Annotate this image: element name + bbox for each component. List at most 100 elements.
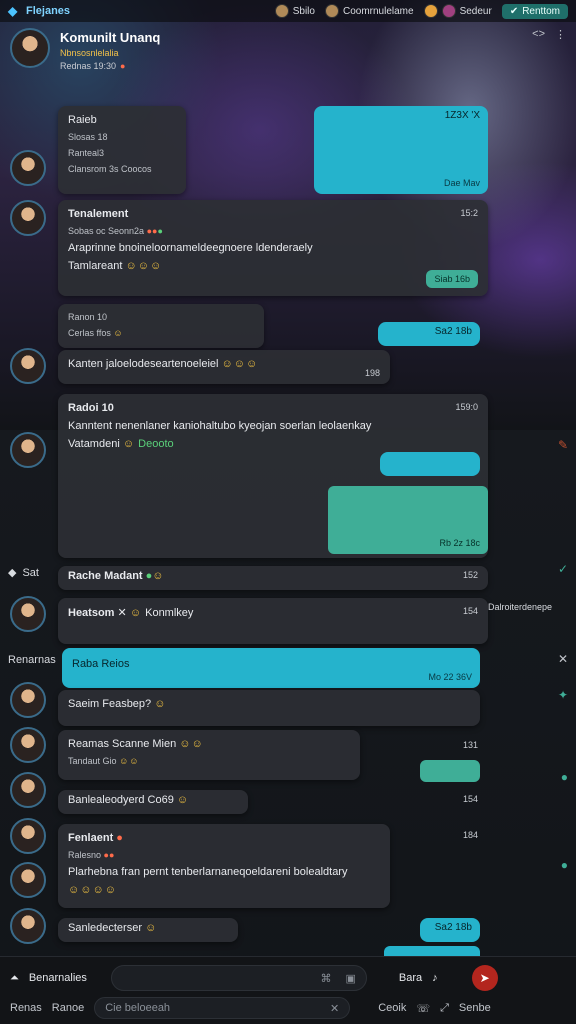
outgoing-bubble[interactable]: Sa2 18b bbox=[378, 322, 480, 346]
sender-name: Heatsom bbox=[68, 607, 115, 619]
message-card[interactable]: Sanledecterser ☺ bbox=[58, 918, 238, 942]
emoji-icon: ☺ bbox=[154, 698, 167, 710]
avatar[interactable] bbox=[10, 348, 46, 384]
menu-icon[interactable]: ⋮ bbox=[555, 28, 566, 41]
top-action-label: Renttom bbox=[522, 5, 560, 17]
outgoing-bubble[interactable] bbox=[380, 452, 480, 476]
top-right-items: Sbilo Coomrnulelame Sedeur ✔ Renttom bbox=[274, 3, 568, 19]
brand[interactable]: ◆ Flejanes bbox=[8, 5, 70, 17]
avatar[interactable] bbox=[10, 596, 46, 632]
search-input[interactable]: Cie beloeeah ✕ bbox=[94, 997, 351, 1019]
pin-icon[interactable]: ✎ bbox=[558, 438, 568, 452]
send-button[interactable]: ➤ bbox=[471, 965, 498, 991]
message-card[interactable]: Heatsom ✕ ☺ Konmlkey 154 bbox=[58, 598, 488, 644]
section-sat[interactable]: ◆ Sat bbox=[8, 566, 39, 580]
message-line: Vatamdeni bbox=[68, 438, 120, 450]
image-icon[interactable]: ▣ bbox=[346, 972, 356, 985]
message-card[interactable]: Kanten jaloelodeseartenoeleiel ☺☺☺ 198 bbox=[58, 350, 390, 384]
avatar[interactable] bbox=[10, 200, 46, 236]
section-renarnas[interactable]: Renarnas bbox=[8, 654, 56, 666]
sender-name: Radoi 10 bbox=[68, 402, 114, 414]
message-card[interactable]: Rache Madant ●☺ 152 bbox=[58, 566, 488, 590]
avatar[interactable] bbox=[10, 682, 46, 718]
composer-label[interactable]: Senbe bbox=[459, 1002, 491, 1014]
message-line: Raba Reios bbox=[72, 658, 130, 670]
top-item-label: Sbilo bbox=[292, 5, 315, 17]
dot-icon[interactable]: ● bbox=[561, 858, 568, 872]
call-icon[interactable]: ☏ bbox=[416, 1002, 430, 1015]
message-line: Araprinne bnoineloornameldeegnoere ldend… bbox=[68, 242, 313, 254]
top-item-3[interactable]: Sedeur bbox=[423, 4, 492, 18]
avatar[interactable] bbox=[10, 862, 46, 898]
emoji-icon: ☺ bbox=[122, 438, 136, 450]
chat-title: Komunilt Unanq bbox=[60, 30, 161, 45]
header-icons: <> ⋮ bbox=[532, 28, 566, 41]
emoji-icon: ☺ bbox=[113, 328, 124, 338]
status-pill[interactable] bbox=[420, 760, 480, 782]
message-time: Mo 22 36V bbox=[428, 672, 472, 682]
outgoing-bubble[interactable] bbox=[384, 946, 480, 956]
message-input[interactable]: ⌘ ▣ bbox=[110, 965, 367, 991]
top-action-button[interactable]: ✔ Renttom bbox=[501, 3, 568, 19]
emoji-icon: ☺ bbox=[129, 607, 143, 619]
outgoing-bubble[interactable]: Rb 2z 18c bbox=[328, 486, 488, 554]
top-item-1[interactable]: Sbilo bbox=[274, 4, 315, 18]
status-text: Rednas 19:30 bbox=[60, 61, 117, 71]
emoji-icon: ☺☺ bbox=[179, 738, 204, 750]
message-line: Reamas Scanne Mien bbox=[68, 738, 177, 750]
bubble-text: 1Z3X 'X bbox=[444, 110, 480, 121]
attach-icon[interactable]: ⌘ bbox=[321, 972, 332, 985]
message-card[interactable]: Saeim Feasbep? ☺ bbox=[58, 690, 480, 726]
message-card[interactable]: Raieb Slosas 18 Ranteal3 Clansrom 3s Coo… bbox=[58, 106, 186, 194]
top-item-2[interactable]: Coomrnulelame bbox=[324, 4, 414, 18]
bubble-text: Sa2 18b bbox=[434, 922, 472, 933]
message-link[interactable]: Deooto bbox=[138, 438, 173, 450]
code-icon[interactable]: <> bbox=[532, 28, 545, 41]
emoji-icon: ●● bbox=[103, 850, 115, 860]
voice-icon[interactable]: ♪ bbox=[432, 972, 438, 984]
avatar[interactable] bbox=[10, 727, 46, 763]
highlighted-message[interactable]: Raba Reios Mo 22 36V bbox=[62, 648, 480, 688]
avatar[interactable] bbox=[10, 150, 46, 186]
outgoing-bubble[interactable]: 1Z3X 'X Dae Mav bbox=[314, 106, 488, 194]
chat-header: Komunilt Unanq Nbnsosnlelalia Rednas 19:… bbox=[10, 28, 566, 78]
emoji-icon: ●● bbox=[146, 226, 158, 236]
message-card[interactable]: Tenalement Sobas oc Seonn2a ●●● Araprinn… bbox=[58, 200, 488, 296]
emoji-icon: ☺☺☺ bbox=[221, 358, 259, 370]
mic-icon[interactable]: ⏶ bbox=[10, 972, 19, 985]
message-line: Tandaut Gio bbox=[68, 756, 117, 766]
avatar[interactable] bbox=[10, 908, 46, 944]
close-icon[interactable]: ✕ bbox=[558, 652, 568, 666]
brand-name: Flejanes bbox=[26, 5, 71, 17]
outgoing-bubble[interactable]: Sa2 18b bbox=[420, 918, 480, 942]
message-line: Ranteal3 bbox=[68, 148, 105, 158]
message-card[interactable]: Reamas Scanne Mien ☺☺ Tandaut Gio ☺☺ bbox=[58, 730, 360, 780]
dot-icon[interactable]: ● bbox=[561, 770, 568, 784]
message-card[interactable]: Ranon 10 Cerlas ffos ☺ bbox=[58, 304, 264, 348]
chat-avatar[interactable] bbox=[10, 28, 50, 68]
sender-name: Tenalement bbox=[68, 208, 129, 220]
avatar[interactable] bbox=[10, 432, 46, 468]
status-pill: Siab 16b bbox=[426, 270, 478, 288]
record-icon: ● bbox=[120, 61, 126, 71]
avatar bbox=[441, 4, 456, 18]
message-line: Tamlareant bbox=[68, 260, 123, 272]
composer-label[interactable]: Ranoe bbox=[52, 1002, 84, 1014]
message-line: Ranon 10 bbox=[68, 312, 108, 322]
message-card[interactable]: Fenlaent ● Ralesno ●● Plarhebna fran per… bbox=[58, 824, 390, 908]
message-line: Co69 bbox=[147, 794, 174, 806]
shield-icon: ◆ bbox=[8, 567, 17, 579]
message-card[interactable]: Banlealeodyerd Co69 ☺ bbox=[58, 790, 248, 814]
avatar[interactable] bbox=[10, 818, 46, 854]
brush-icon[interactable]: ✦ bbox=[558, 688, 568, 702]
bubble-time: Rb 2z 18c bbox=[439, 538, 480, 548]
composer-label[interactable]: Ceoik bbox=[378, 1002, 406, 1014]
clear-icon[interactable]: ✕ bbox=[330, 1002, 339, 1015]
emoji-icon: ☺ bbox=[145, 922, 158, 934]
check-icon[interactable]: ✓ bbox=[558, 562, 568, 576]
avatar[interactable] bbox=[10, 772, 46, 808]
expand-icon[interactable]: ⤢ bbox=[440, 1002, 449, 1015]
chat-subtitle: Nbnsosnlelalia bbox=[60, 48, 119, 58]
composer-label[interactable]: Renas bbox=[10, 1002, 42, 1014]
sender-name: Rache Madant bbox=[68, 570, 143, 582]
